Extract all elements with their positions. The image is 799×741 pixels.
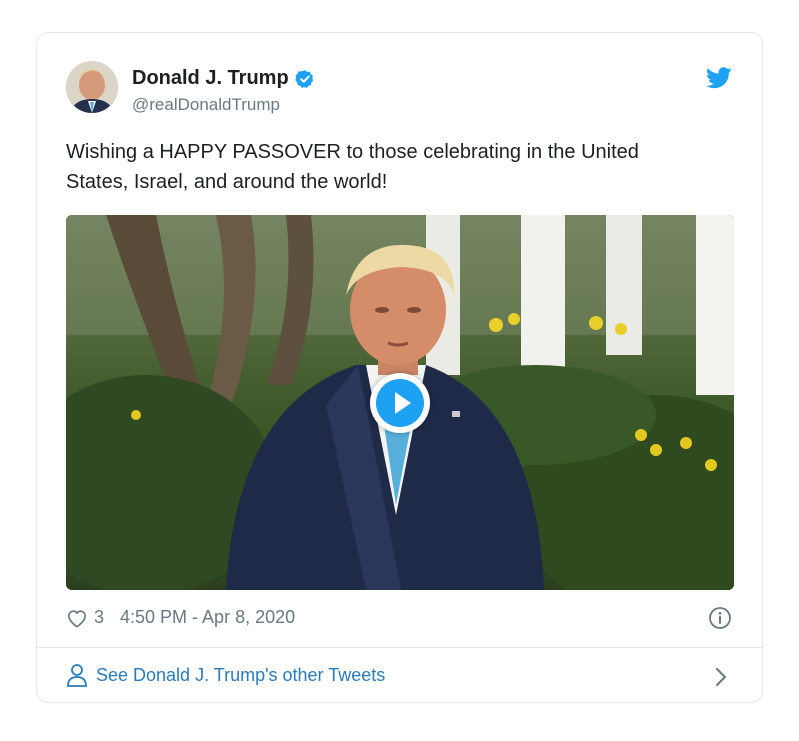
video-player[interactable] [66,215,734,590]
author-name[interactable]: Donald J. Trump [132,67,289,90]
author-row: Donald J. Trump [132,67,315,90]
heart-icon[interactable] [66,608,88,628]
other-tweets-link[interactable]: See Donald J. Trump's other Tweets [66,663,385,687]
tweet-card: Donald J. Trump @realDonaldTrump Wishing… [36,32,763,703]
tweet-text: Wishing a HAPPY PASSOVER to those celebr… [66,141,639,193]
person-icon [67,664,87,687]
verified-badge-icon [294,69,314,88]
chevron-right-icon[interactable] [714,666,728,688]
info-icon[interactable] [708,606,732,630]
like-count[interactable]: 3 [94,607,104,628]
timestamp[interactable]: 4:50 PM - Apr 8, 2020 [120,607,295,628]
tweet-meta: 3 4:50 PM - Apr 8, 2020 [66,607,295,628]
author-handle[interactable]: @realDonaldTrump [132,95,280,115]
other-tweets-label[interactable]: See Donald J. Trump's other Tweets [96,665,385,686]
play-icon [376,379,424,427]
divider [37,647,762,648]
play-button[interactable] [370,373,430,433]
avatar[interactable] [66,61,118,113]
twitter-bird-icon[interactable] [706,67,732,89]
